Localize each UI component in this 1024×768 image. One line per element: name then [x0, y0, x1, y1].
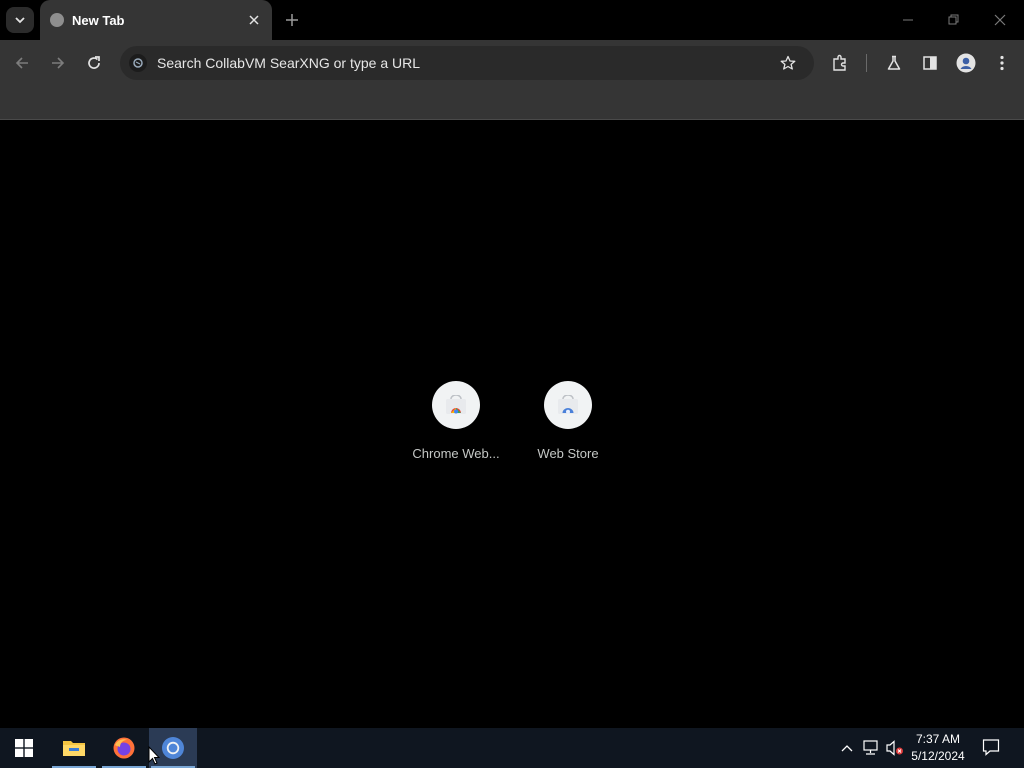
restore-button[interactable]: [940, 8, 968, 32]
start-button[interactable]: [0, 728, 48, 768]
close-icon: [249, 15, 259, 25]
tab-close-button[interactable]: [246, 12, 262, 28]
profile-button[interactable]: [953, 50, 979, 76]
minimize-icon: [903, 19, 913, 21]
shortcut-chrome-web-store[interactable]: Chrome Web...: [400, 380, 512, 470]
extensions-button[interactable]: [827, 50, 853, 76]
new-tab-button[interactable]: [280, 8, 304, 32]
volume-tray-button[interactable]: [885, 738, 905, 758]
forward-button[interactable]: [45, 50, 71, 76]
minimize-button[interactable]: [894, 8, 922, 32]
notification-icon: [982, 739, 1000, 756]
arrow-right-icon: [52, 57, 65, 69]
windows-logo-icon: [15, 739, 33, 757]
bookmark-button[interactable]: [778, 53, 798, 73]
arrow-left-icon: [15, 57, 28, 69]
chevron-down-icon: [15, 17, 25, 24]
web-store-bag-icon: [558, 395, 578, 414]
firefox-icon: [113, 737, 135, 759]
avatar-icon: [956, 53, 976, 73]
show-hidden-icons-button[interactable]: [837, 738, 857, 758]
chrome-icon: [162, 737, 184, 759]
chevron-up-icon: [841, 745, 853, 752]
reload-button[interactable]: [81, 50, 107, 76]
close-icon: [994, 14, 1006, 26]
tab-title: New Tab: [72, 13, 125, 28]
tab-search-button[interactable]: [6, 7, 34, 33]
side-panel-icon: [923, 56, 937, 70]
flask-icon: [887, 55, 901, 70]
taskbar-firefox[interactable]: [100, 728, 148, 768]
plus-icon: [286, 14, 298, 26]
searxng-icon: [133, 58, 143, 68]
browser-toolbar: Search CollabVM SearXNG or type a URL: [0, 40, 1024, 120]
address-bar[interactable]: Search CollabVM SearXNG or type a URL: [120, 46, 814, 80]
web-store-icon: [544, 381, 592, 429]
star-icon: [780, 55, 796, 70]
web-store-bag-icon: [446, 395, 466, 414]
address-bar-placeholder: Search CollabVM SearXNG or type a URL: [157, 55, 420, 71]
chrome-web-store-icon: [432, 381, 480, 429]
volume-muted-icon: [886, 740, 903, 756]
shortcut-label: Web Store: [537, 446, 599, 461]
tab-strip: New Tab: [0, 0, 1024, 40]
toolbar-divider: [866, 54, 867, 72]
globe-icon: [50, 13, 64, 27]
side-panel-button[interactable]: [917, 50, 943, 76]
menu-button[interactable]: [989, 50, 1015, 76]
shortcut-web-store[interactable]: Web Store: [512, 380, 624, 470]
network-tray-button[interactable]: [861, 738, 881, 758]
shortcut-label: Chrome Web...: [412, 446, 500, 461]
back-button[interactable]: [9, 50, 35, 76]
search-engine-icon: [129, 54, 147, 72]
close-window-button[interactable]: [986, 8, 1014, 32]
puzzle-icon: [833, 54, 846, 71]
network-icon: [863, 740, 878, 755]
mouse-cursor-icon: [148, 746, 160, 765]
restore-icon: [948, 14, 959, 25]
reload-icon: [88, 56, 100, 69]
action-center-button[interactable]: [981, 737, 1001, 757]
folder-icon: [63, 741, 85, 756]
clock-time[interactable]: 7:37 AM: [906, 732, 970, 746]
kebab-menu-icon: [1000, 55, 1004, 71]
clock-date[interactable]: 5/12/2024: [906, 749, 970, 763]
tab-new-tab[interactable]: New Tab: [40, 0, 272, 40]
taskbar: 7:37 AM 5/12/2024: [0, 728, 1024, 768]
taskbar-file-explorer[interactable]: [50, 728, 98, 768]
labs-button[interactable]: [881, 50, 907, 76]
